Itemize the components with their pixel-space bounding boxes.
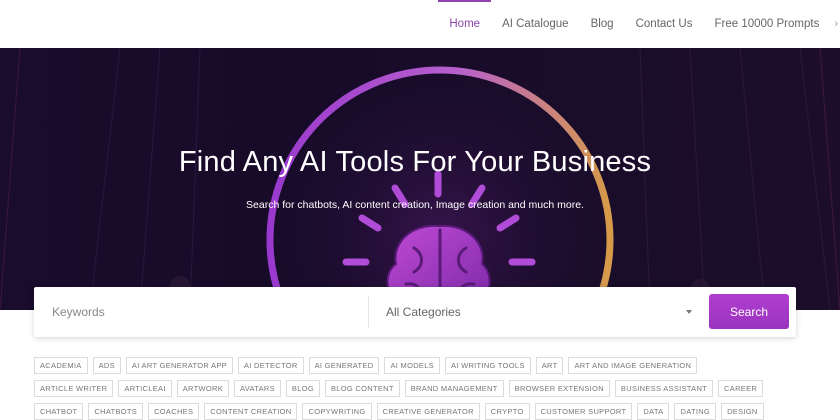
tag[interactable]: AI ART GENERATOR APP	[125, 357, 233, 374]
tag[interactable]: ARTICLE WRITER	[34, 380, 114, 397]
tag[interactable]: ACADEMIA	[34, 357, 88, 374]
tag[interactable]: AI DETECTOR	[237, 357, 304, 374]
tag[interactable]: AI WRITING TOOLS	[445, 357, 531, 374]
tag[interactable]: ARTICLEAI	[118, 380, 172, 397]
tag[interactable]: COACHES	[148, 403, 200, 420]
tag[interactable]: ART	[535, 357, 564, 374]
tag[interactable]: CREATIVE GENERATOR	[376, 403, 480, 420]
tag[interactable]: BRAND MANAGEMENT	[404, 380, 504, 397]
tag[interactable]: ARTWORK	[176, 380, 230, 397]
tag[interactable]: DESIGN	[721, 403, 764, 420]
nav-contact-us[interactable]: Contact Us	[625, 0, 704, 48]
chevron-icon[interactable]: ›	[830, 18, 840, 30]
category-select-label: All Categories	[386, 305, 461, 319]
tag[interactable]: CONTENT CREATION	[204, 403, 298, 420]
tag[interactable]: DATA	[637, 403, 670, 420]
keywords-input[interactable]	[34, 287, 368, 337]
tag-list: ACADEMIA ADS AI ART GENERATOR APP AI DET…	[34, 357, 814, 420]
tag[interactable]: CHATBOT	[34, 403, 84, 420]
hero-section: Find Any AI Tools For Your Business Sear…	[0, 48, 840, 310]
tag[interactable]: AI GENERATED	[308, 357, 380, 374]
tag-row: CHATBOT CHATBOTS COACHES CONTENT CREATIO…	[34, 403, 814, 420]
tag[interactable]: BUSINESS ASSISTANT	[614, 380, 714, 397]
tag[interactable]: CAREER	[718, 380, 764, 397]
hero-title: Find Any AI Tools For Your Business	[178, 146, 652, 178]
tag[interactable]: COPYWRITING	[302, 403, 372, 420]
hero-subtitle: Search for chatbots, AI content creation…	[246, 199, 584, 211]
tag[interactable]: BROWSER EXTENSION	[508, 380, 610, 397]
search-bar: All Categories Search	[34, 287, 796, 337]
tag[interactable]: CRYPTO	[484, 403, 530, 420]
tag[interactable]: AVATARS	[234, 380, 281, 397]
tag[interactable]: AI MODELS	[384, 357, 440, 374]
category-select[interactable]: All Categories	[369, 287, 704, 337]
tag[interactable]: CHATBOTS	[88, 403, 144, 420]
tag-row: ACADEMIA ADS AI ART GENERATOR APP AI DET…	[34, 357, 814, 374]
nav-home[interactable]: Home	[438, 0, 491, 48]
tag[interactable]: DATING	[674, 403, 717, 420]
caret-down-icon	[686, 310, 692, 314]
nav-blog[interactable]: Blog	[580, 0, 625, 48]
nav-ai-catalogue[interactable]: AI Catalogue	[491, 0, 580, 48]
tag[interactable]: BLOG	[285, 380, 320, 397]
tag[interactable]: ART AND IMAGE GENERATION	[568, 357, 698, 374]
top-navbar: Home AI Catalogue Blog Contact Us Free 1…	[0, 0, 840, 48]
tag[interactable]: BLOG CONTENT	[324, 380, 400, 397]
nav-free-prompts[interactable]: Free 10000 Prompts	[703, 0, 830, 48]
brain-icon	[0, 48, 840, 310]
tag[interactable]: CUSTOMER SUPPORT	[534, 403, 633, 420]
search-button[interactable]: Search	[709, 294, 789, 329]
tag[interactable]: ADS	[92, 357, 121, 374]
nav-links: Home AI Catalogue Blog Contact Us Free 1…	[438, 0, 840, 48]
tag-row: ARTICLE WRITER ARTICLEAI ARTWORK AVATARS…	[34, 380, 814, 397]
